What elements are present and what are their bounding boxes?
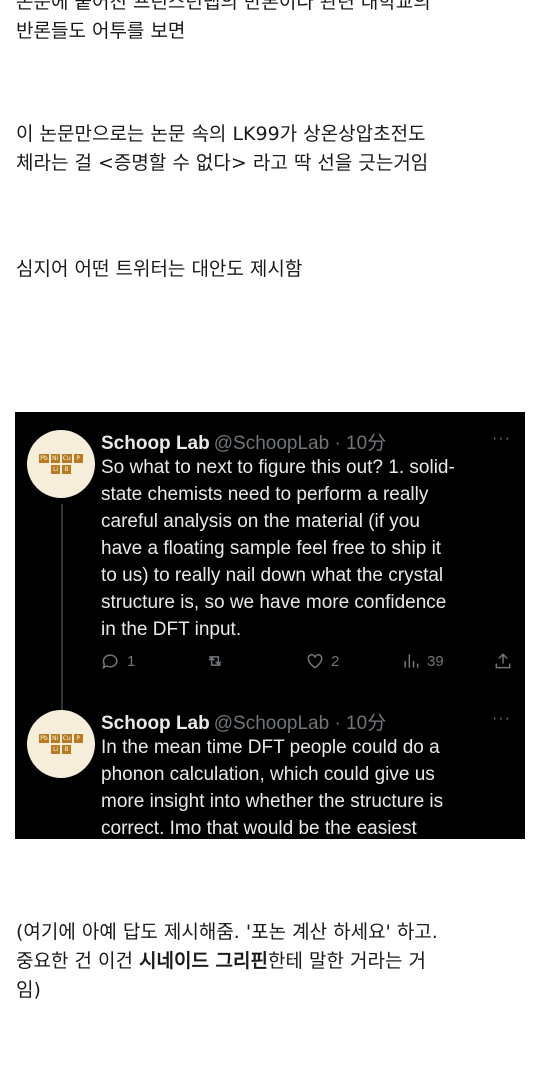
closing-bold-name: 시네이드 그리핀 (139, 950, 268, 972)
tweet-screenshot: Pb Ni Cu P Li B Schoop Lab @SchoopLab · 10分 ·… (15, 412, 525, 839)
tweet-actions: 1 2 39 (101, 648, 511, 678)
avatar[interactable]: Pb Ni Cu P Li B (27, 710, 95, 778)
views-icon (404, 654, 419, 668)
views-count: 39 (427, 652, 444, 670)
author-handle[interactable]: @SchoopLab · 10分 (214, 713, 386, 734)
avatar[interactable]: Pb Ni Cu P Li B (27, 430, 95, 498)
reply-icon (102, 654, 118, 670)
like-icon (307, 653, 323, 669)
reply-count: 1 (127, 652, 136, 670)
schoop-lab-logo: Pb Ni Cu P Li B (39, 732, 83, 756)
views-button[interactable]: 39 (401, 651, 444, 671)
claim-paragraph: 이 논문만으로는 논문 속의 LK99가 상온상압초전도 체라는 걸 <증명할 … (16, 123, 429, 174)
more-icon[interactable]: ··· (492, 710, 511, 728)
thread-line (61, 504, 63, 712)
schoop-lab-logo: Pb Ni Cu P Li B (39, 452, 83, 476)
reply-button[interactable]: 1 (101, 651, 135, 671)
share-icon (495, 653, 511, 669)
share-button[interactable] (493, 651, 513, 671)
tweet-text: In the mean time DFT people could do a p… (101, 737, 444, 839)
tweet-text: So what to next to figure this out? 1. s… (101, 457, 455, 640)
more-icon[interactable]: ··· (492, 430, 511, 448)
author-handle[interactable]: @SchoopLab · 10分 (214, 433, 386, 454)
closing-paragraph: (여기에 아예 답도 제시해줌. '포논 계산 하세요' 하고. 중요한 건 이… (16, 918, 526, 1005)
like-count: 2 (331, 652, 340, 670)
author-name[interactable]: Schoop Lab (101, 713, 210, 734)
retweet-button[interactable] (205, 651, 231, 671)
tweet-header: Schoop Lab @SchoopLab · 10分 (101, 428, 386, 455)
tweet-header: Schoop Lab @SchoopLab · 10分 (101, 708, 386, 735)
like-button[interactable]: 2 (305, 651, 339, 671)
twitter-intro-paragraph: 심지어 어떤 트위터는 대안도 제시함 (16, 258, 303, 280)
intro-paragraph: 논문에 붙어진 프린스턴랩의 반론이다 관련 대학교의 반론들도 어투를 보면 (16, 0, 431, 42)
retweet-icon (208, 656, 222, 666)
author-name[interactable]: Schoop Lab (101, 433, 210, 454)
